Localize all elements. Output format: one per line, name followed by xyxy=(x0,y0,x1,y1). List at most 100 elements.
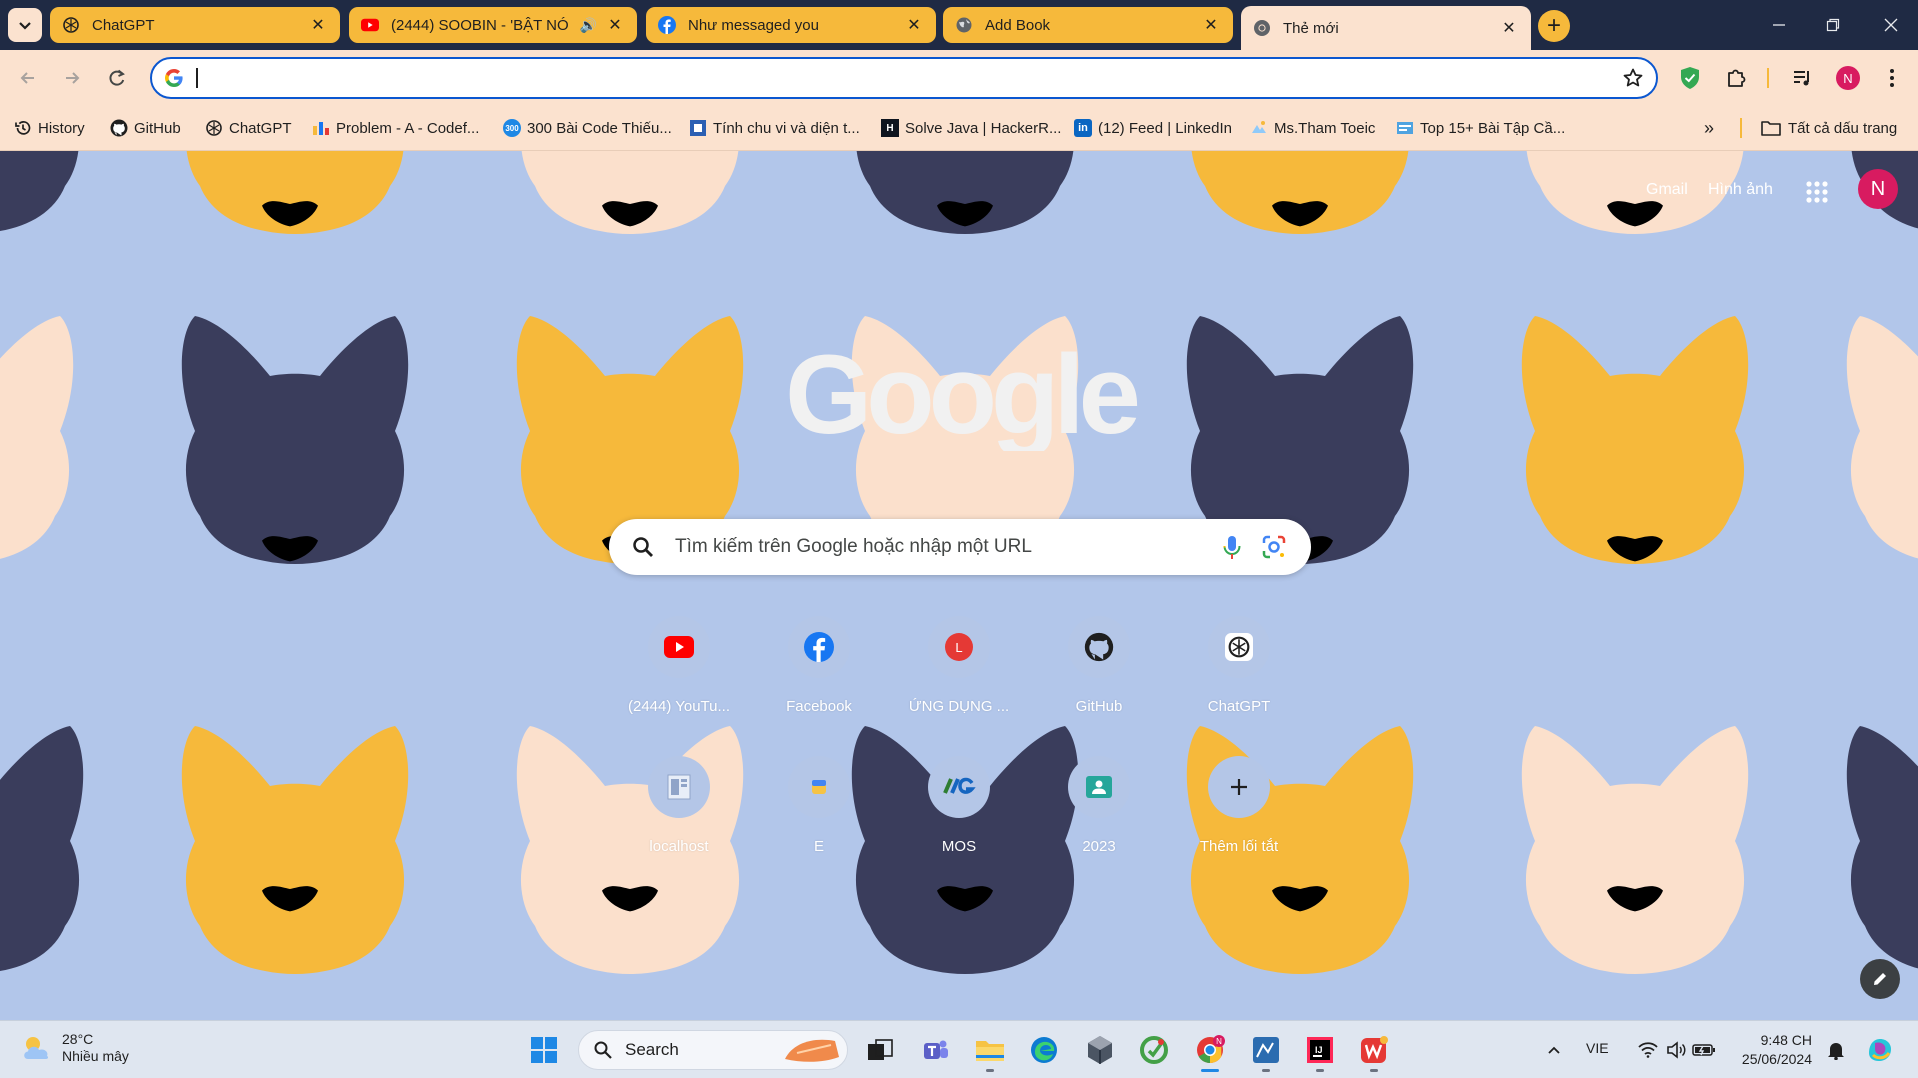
bookmark-chatgpt[interactable]: ChatGPT xyxy=(205,115,292,141)
bookmark-history[interactable]: History xyxy=(14,115,85,141)
all-bookmarks-label: Tất cả dấu trang xyxy=(1788,119,1898,137)
tab-new-tab[interactable]: Thẻ mới ✕ xyxy=(1241,6,1531,50)
start-button[interactable] xyxy=(526,1032,562,1068)
wifi-icon xyxy=(1638,1042,1658,1058)
teams-icon xyxy=(924,1040,948,1059)
bookmarks-overflow-button[interactable]: » xyxy=(1704,115,1714,141)
show-hidden-icons-button[interactable] xyxy=(1536,1032,1572,1068)
search-box[interactable]: Tìm kiếm trên Google hoặc nhập một URL xyxy=(609,519,1311,575)
taskbar-search[interactable]: Search xyxy=(578,1030,848,1070)
copilot-button[interactable] xyxy=(1862,1032,1898,1068)
coccoc-button[interactable] xyxy=(1136,1032,1172,1068)
bookmark-label: Solve Java | HackerR... xyxy=(905,119,1062,137)
close-window-button[interactable] xyxy=(1866,10,1916,40)
address-bar[interactable] xyxy=(150,57,1658,99)
bookmark-top-15-bai-tap[interactable]: Top 15+ Bài Tập Cầ... xyxy=(1396,115,1565,141)
taskbar-clock[interactable]: 9:48 CH 25/06/2024 xyxy=(1722,1031,1812,1069)
shortcut-e[interactable]: E xyxy=(749,751,889,861)
all-bookmarks-button[interactable]: Tất cả dấu trang xyxy=(1760,115,1897,141)
bookmark-tinh-chu-vi[interactable]: Tính chu vi và diện t... xyxy=(689,115,860,141)
running-indicator xyxy=(1370,1069,1378,1072)
shortcut-youtube[interactable]: (2444) YouTu... xyxy=(609,611,749,721)
google-lens-icon[interactable] xyxy=(1261,534,1287,565)
bookmark-star-icon[interactable] xyxy=(1622,67,1644,94)
bookmark-linkedin[interactable]: in (12) Feed | LinkedIn xyxy=(1074,115,1232,141)
globe-icon xyxy=(955,16,973,34)
running-indicator xyxy=(1201,1069,1219,1072)
close-icon[interactable]: ✕ xyxy=(308,15,328,35)
chrome-taskbar-button[interactable]: N xyxy=(1192,1032,1228,1072)
bookmark-codeforces[interactable]: Problem - A - Codef... xyxy=(312,115,479,141)
bookmark-300-bai-code[interactable]: 300 300 Bài Code Thiếu... xyxy=(503,115,672,141)
extensions-button[interactable] xyxy=(1720,62,1752,94)
tab-facebook[interactable]: Như messaged you ✕ xyxy=(646,7,936,43)
toolbar: N xyxy=(0,50,1918,106)
tab-search-button[interactable] xyxy=(8,8,42,42)
avatar: N xyxy=(1836,66,1860,90)
profile-button[interactable]: N xyxy=(1832,62,1864,94)
shortcut-localhost[interactable]: localhost xyxy=(609,751,749,861)
notifications-button[interactable] xyxy=(1818,1032,1854,1068)
tab-title: ChatGPT xyxy=(92,16,155,34)
pencil-icon xyxy=(1874,973,1886,985)
reload-button[interactable] xyxy=(99,60,135,96)
close-icon[interactable]: ✕ xyxy=(904,15,924,35)
shortcut-ung-dung[interactable]: L ỨNG DỤNG ... xyxy=(889,611,1029,721)
weather-widget[interactable]: 28°C Nhiều mây xyxy=(20,1031,129,1065)
shortcut-github[interactable]: GitHub xyxy=(1029,611,1169,721)
close-icon[interactable]: ✕ xyxy=(605,15,625,35)
chatgpt-icon xyxy=(1225,633,1253,661)
input-language[interactable]: VIE xyxy=(1586,1040,1609,1056)
gmail-link[interactable]: Gmail xyxy=(1646,181,1688,199)
blue-app-icon xyxy=(1253,1037,1279,1063)
wps-office-button[interactable] xyxy=(1356,1032,1392,1072)
shortcut-tile xyxy=(788,616,850,678)
add-shortcut-button[interactable]: Thêm lối tắt xyxy=(1169,751,1309,861)
shortcut-label: GitHub xyxy=(1075,698,1123,715)
speaker-icon[interactable]: 🔊 xyxy=(580,17,597,34)
minimize-button[interactable] xyxy=(1754,10,1804,40)
bookmark-github[interactable]: GitHub xyxy=(110,115,181,141)
account-avatar[interactable]: N xyxy=(1858,169,1898,209)
back-button[interactable] xyxy=(10,60,46,96)
google-apps-button[interactable] xyxy=(1802,177,1832,207)
arrow-left-icon xyxy=(20,72,34,84)
close-icon[interactable]: ✕ xyxy=(1201,15,1221,35)
bookmark-label: GitHub xyxy=(134,119,181,137)
chrome-menu-button[interactable] xyxy=(1876,62,1908,94)
bookmark-hackerrank[interactable]: H Solve Java | HackerR... xyxy=(881,115,1061,141)
images-link[interactable]: Hình ảnh xyxy=(1708,181,1773,199)
shortcut-facebook[interactable]: Facebook xyxy=(749,611,889,721)
bookmarks-divider xyxy=(1740,118,1742,138)
shortcut-mos[interactable]: MOS xyxy=(889,751,1029,861)
new-tab-button[interactable]: + xyxy=(1538,10,1570,42)
wps-icon xyxy=(1361,1036,1388,1063)
tab-strip: ChatGPT ✕ (2444) SOOBIN - 'BẬT NÓ L 🔊 ✕ … xyxy=(0,0,1918,50)
shortcut-chatgpt[interactable]: ChatGPT xyxy=(1169,611,1309,721)
close-icon[interactable]: ✕ xyxy=(1499,18,1519,38)
tab-youtube[interactable]: (2444) SOOBIN - 'BẬT NÓ L 🔊 ✕ xyxy=(349,7,637,43)
media-control-button[interactable] xyxy=(1786,62,1818,94)
file-explorer-button[interactable] xyxy=(972,1032,1008,1072)
tab-add-book[interactable]: Add Book ✕ xyxy=(943,7,1233,43)
teams-button[interactable] xyxy=(918,1032,954,1068)
task-view-button[interactable] xyxy=(862,1032,898,1068)
battery-button[interactable] xyxy=(1686,1032,1722,1068)
customize-chrome-button[interactable] xyxy=(1860,959,1900,999)
bookmark-ms-tham-toeic[interactable]: Ms.Tham Toeic xyxy=(1250,115,1375,141)
bookmarks-bar: History GitHub ChatGPT Problem - A - Cod… xyxy=(0,106,1918,151)
tab-chatgpt[interactable]: ChatGPT ✕ xyxy=(50,7,340,43)
dev-app-button[interactable] xyxy=(1082,1032,1118,1068)
reload-icon xyxy=(109,69,125,86)
adblock-extension-button[interactable] xyxy=(1674,62,1706,94)
windows-logo-icon xyxy=(531,1037,557,1063)
folder-icon xyxy=(1760,119,1782,137)
edge-button[interactable] xyxy=(1026,1032,1062,1068)
voice-search-icon[interactable] xyxy=(1221,535,1243,566)
restore-button[interactable] xyxy=(1808,10,1858,40)
shortcut-2023[interactable]: 2023 xyxy=(1029,751,1169,861)
forward-button[interactable] xyxy=(54,60,90,96)
dog-row-top xyxy=(0,151,1918,234)
vscode-button[interactable] xyxy=(1248,1032,1284,1072)
intellij-button[interactable]: IJ xyxy=(1302,1032,1338,1072)
